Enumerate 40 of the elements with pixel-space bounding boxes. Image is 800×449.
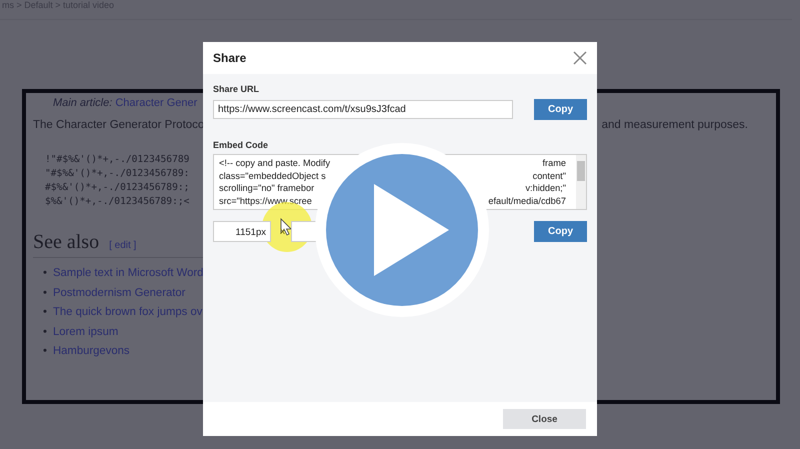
code-text: efault/media/cdb67 bbox=[488, 194, 566, 207]
see-also-link[interactable]: Hamburgevons bbox=[52, 345, 130, 358]
close-button[interactable]: Close bbox=[503, 409, 586, 429]
code-text: content" bbox=[532, 170, 566, 182]
code-text: v:hidden;" bbox=[525, 182, 566, 194]
code-text: scrolling="no" framebor bbox=[219, 182, 314, 194]
width-field[interactable]: 1151px bbox=[213, 221, 271, 242]
see-also-link[interactable]: The quick brown fox jumps ov bbox=[52, 306, 202, 318]
height-field[interactable] bbox=[291, 221, 317, 242]
dimension-separator: x bbox=[280, 226, 285, 237]
edit-link[interactable]: [ edit ] bbox=[109, 240, 136, 251]
field-label: Share URL bbox=[213, 84, 260, 94]
code-line: !"#$%&'()*+,-./0123456789 bbox=[45, 153, 190, 167]
code-text: frame bbox=[542, 157, 566, 170]
dialog-title: Share bbox=[213, 51, 246, 65]
scrollbar[interactable] bbox=[576, 155, 586, 209]
code-line: "#$%&'()*+,-./0123456789: bbox=[45, 167, 190, 181]
intro-text: and measurement purposes. bbox=[602, 119, 748, 131]
bullet: • bbox=[43, 326, 47, 338]
code-line: #$%&'()*+,-./0123456789:; bbox=[45, 181, 190, 195]
code-text: class="embeddedObject s bbox=[219, 170, 326, 182]
bullet: • bbox=[43, 345, 47, 358]
see-also-link[interactable]: Lorem ipsum bbox=[52, 326, 118, 338]
bullet: • bbox=[43, 286, 47, 299]
code-line: $%&'()*+,-./0123456789:;< bbox=[45, 195, 190, 209]
url-field[interactable]: https://www.screencast.com/t/xsu9sJ3fcad bbox=[213, 100, 513, 119]
section-heading: See also bbox=[33, 231, 100, 254]
intro-text: The Character Generator Protoco bbox=[33, 119, 203, 131]
field-label: Embed Code bbox=[213, 140, 270, 150]
copy-button[interactable]: Copy bbox=[534, 99, 587, 120]
main-article-link[interactable]: Character Gener bbox=[115, 97, 198, 109]
close-icon[interactable] bbox=[573, 51, 587, 65]
see-also-link[interactable]: Postmodernism Generator bbox=[52, 286, 186, 299]
code-text: <!-- copy and paste. Modify bbox=[219, 157, 330, 170]
bullet: • bbox=[43, 267, 47, 279]
copy-button[interactable]: Copy bbox=[534, 221, 587, 242]
code-text: src="https://www.scree bbox=[219, 194, 312, 207]
main-article-note: Main article: Character Gener bbox=[52, 97, 198, 109]
bullet: • bbox=[43, 306, 47, 318]
see-also-link[interactable]: Sample text in Microsoft Word bbox=[52, 267, 204, 279]
